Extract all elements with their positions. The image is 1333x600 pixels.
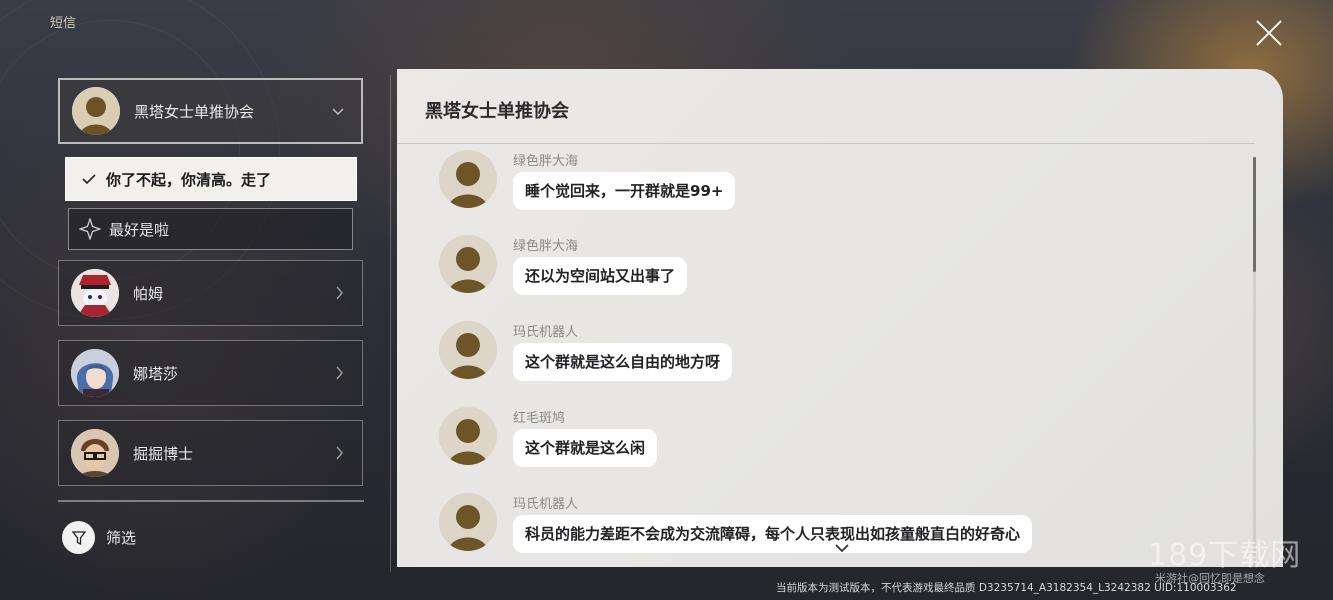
avatar: [439, 321, 497, 379]
app-title: 短信: [50, 16, 77, 31]
close-button[interactable]: [1252, 16, 1286, 50]
reply-option-text: 你了不起，你清高。走了: [106, 170, 272, 189]
message-bubble: 科员的能力差距不会成为交流障碍，每个人只表现出如孩童般直白的好奇心: [513, 515, 1033, 553]
message-sender: 绿色胖大海: [513, 154, 579, 169]
chevron-right-icon: [336, 286, 343, 300]
reply-option-text: 最好是啦: [109, 220, 170, 239]
filter-button[interactable]: 筛选: [62, 521, 136, 554]
contact-natasha[interactable]: 娜塔莎: [58, 340, 363, 406]
message-bubble: 这个群就是这么闲: [513, 429, 658, 467]
avatar: [72, 87, 120, 135]
filter-label: 筛选: [106, 529, 137, 547]
chat-panel: 黑塔女士单推协会 绿色胖大海 睡个觉回来，一开群就是99+ 绿色胖大海 还以为空…: [397, 69, 1283, 567]
message-sender: 红毛斑鸠: [513, 411, 566, 426]
watermark-credit: 米游社@回忆即是想念: [1155, 572, 1265, 585]
chat-title: 黑塔女士单推协会: [425, 101, 569, 122]
contact-name: 黑塔女士单推协会: [134, 102, 255, 121]
avatar: [439, 235, 497, 293]
list-divider: [58, 500, 364, 502]
message-sender: 玛氏机器人: [513, 497, 579, 512]
diamond-star-icon: [79, 218, 101, 240]
contact-name: 掘掘博士: [133, 444, 194, 463]
message-list[interactable]: 绿色胖大海 睡个觉回来，一开群就是99+ 绿色胖大海 还以为空间站又出事了 玛氏…: [397, 144, 1247, 567]
message-sender: 玛氏机器人: [513, 325, 579, 340]
reply-option-pending[interactable]: 最好是啦: [68, 208, 353, 250]
close-icon: [1256, 20, 1282, 46]
reply-option-selected[interactable]: 你了不起，你清高。走了: [65, 157, 357, 201]
avatar: [71, 349, 119, 397]
watermark-logo: 189下载网: [1148, 538, 1302, 573]
checkmark-icon: [82, 174, 96, 185]
contact-group-herta-fans[interactable]: 黑塔女士单推协会: [58, 78, 363, 144]
scroll-more-icon[interactable]: [833, 541, 851, 555]
chevron-right-icon: [336, 366, 343, 380]
message-bubble: 这个群就是这么自由的地方呀: [513, 343, 733, 381]
message-sender: 绿色胖大海: [513, 239, 579, 254]
message-bubble: 睡个觉回来，一开群就是99+: [513, 172, 736, 210]
avatar: [71, 429, 119, 477]
contact-dr-digger[interactable]: 掘掘博士: [58, 420, 363, 486]
filter-funnel-icon: [62, 521, 95, 554]
contact-name: 娜塔莎: [133, 364, 179, 383]
contact-name: 帕姆: [133, 284, 164, 303]
message-bubble: 还以为空间站又出事了: [513, 257, 688, 295]
scrollbar-thumb[interactable]: [1253, 157, 1256, 272]
avatar: [439, 493, 497, 551]
avatar: [71, 269, 119, 317]
chevron-right-icon: [336, 446, 343, 460]
avatar: [439, 407, 497, 465]
contact-pom-pom[interactable]: 帕姆: [58, 260, 363, 326]
chevron-down-icon: [332, 108, 344, 116]
panel-divider: [390, 75, 391, 572]
avatar: [439, 150, 497, 208]
